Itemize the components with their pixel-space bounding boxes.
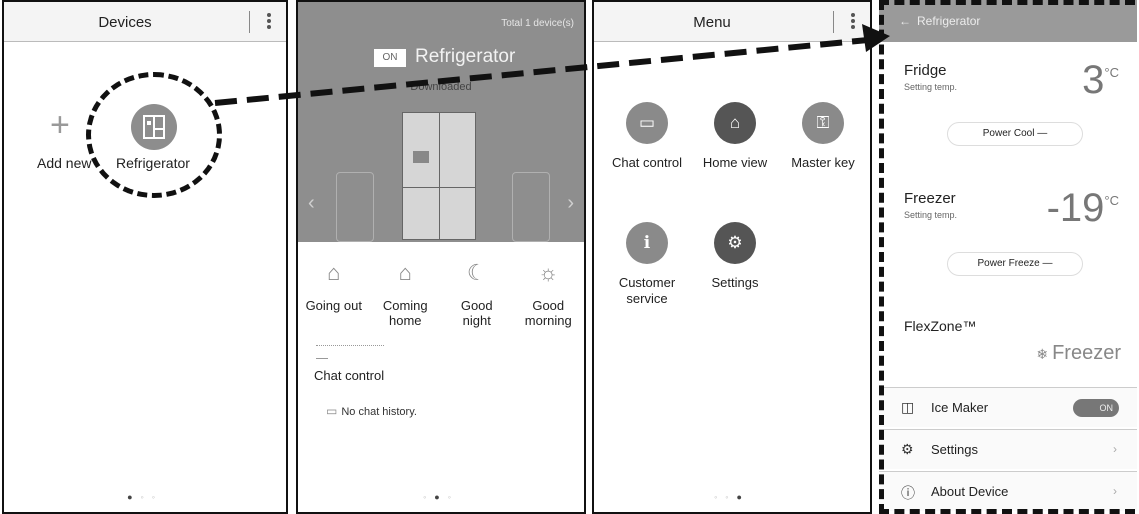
connector-arrow [214,24,890,106]
